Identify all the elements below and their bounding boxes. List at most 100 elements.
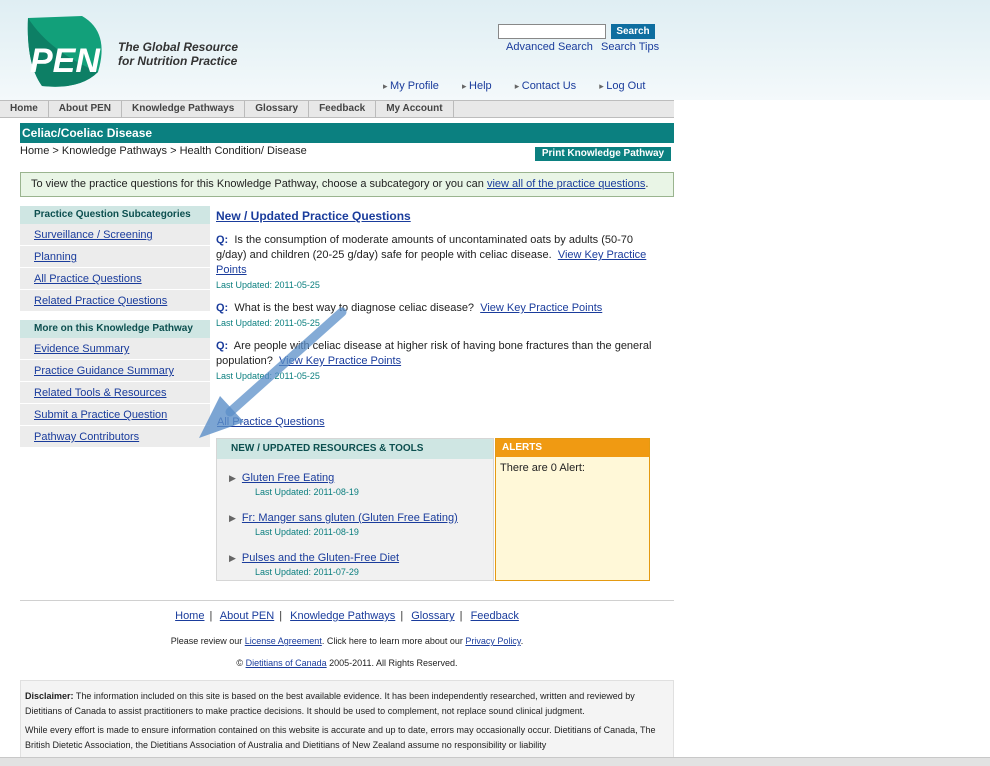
resource-item: ▶ Pulses and the Gluten-Free Diet Last Up…	[217, 551, 493, 579]
separator: |	[459, 610, 463, 622]
sidebar-item-submit-practice-question[interactable]: Submit a Practice Question	[20, 404, 210, 426]
breadcrumb: Home > Knowledge Pathways > Health Condi…	[20, 145, 307, 157]
copyright-suffix: 2005-2011. All Rights Reserved.	[326, 658, 458, 668]
nav-tab-home[interactable]: Home	[0, 101, 49, 118]
view-key-practice-points-link[interactable]: View Key Practice Points	[279, 355, 401, 367]
horizontal-scrollbar[interactable]	[0, 757, 990, 766]
nav-tab-glossary[interactable]: Glossary	[245, 101, 310, 118]
view-key-practice-points-link[interactable]: View Key Practice Points	[480, 302, 602, 314]
log-out-link[interactable]: Log Out	[599, 80, 645, 92]
footer-divider	[20, 600, 674, 601]
resources-tools-heading: NEW / UPDATED RESOURCES & TOOLS	[217, 439, 493, 459]
triangle-right-icon: ▶	[229, 513, 236, 523]
contact-us-link[interactable]: Contact Us	[515, 80, 576, 92]
nav-tab-about-pen[interactable]: About PEN	[49, 101, 123, 118]
resource-item: ▶ Fr: Manger sans gluten (Gluten Free Eat…	[217, 511, 493, 539]
question-item: Q: What is the best way to diagnose celi…	[216, 301, 666, 331]
sidebar-item-related-practice-questions[interactable]: Related Practice Questions	[20, 290, 210, 312]
footer-link-knowledge-pathways[interactable]: Knowledge Pathways	[290, 610, 395, 622]
disclaimer-text-1: The information included on this site is…	[25, 691, 635, 716]
disclaimer-text-2: While every effort is made to ensure inf…	[25, 725, 656, 750]
disclaimer-label: Disclaimer:	[25, 691, 74, 701]
triangle-right-icon: ▶	[229, 553, 236, 563]
alerts-heading: ALERTS	[496, 439, 649, 457]
sidebar-item-pathway-contributors[interactable]: Pathway Contributors	[20, 426, 210, 448]
nav-tab-my-account[interactable]: My Account	[376, 101, 454, 118]
disclaimer-box: Disclaimer: The information included on …	[20, 680, 674, 766]
tagline-line-1: The Global Resource	[118, 40, 239, 54]
help-link[interactable]: Help	[462, 80, 492, 92]
my-profile-link[interactable]: My Profile	[383, 80, 439, 92]
last-updated-date: Last Updated: 2011-05-25	[216, 280, 320, 290]
resources-tools-box: NEW / UPDATED RESOURCES & TOOLS ▶ Gluten …	[216, 438, 494, 581]
dietitians-of-canada-link[interactable]: Dietitians of Canada	[246, 658, 327, 668]
footer-link-home[interactable]: Home	[175, 610, 204, 622]
notice-banner: To view the practice questions for this …	[20, 172, 674, 197]
sidebar-item-practice-guidance-summary[interactable]: Practice Guidance Summary	[20, 360, 210, 382]
license-agreement-link[interactable]: License Agreement	[245, 636, 322, 646]
last-updated-date: Last Updated: 2011-07-29	[255, 567, 359, 577]
alerts-text: There are 0 Alert:	[500, 462, 585, 474]
footer-link-feedback[interactable]: Feedback	[471, 610, 519, 622]
last-updated-date: Last Updated: 2011-08-19	[255, 527, 359, 537]
copyright-symbol: ©	[236, 658, 244, 668]
resource-link[interactable]: Fr: Manger sans gluten (Gluten Free Eati…	[242, 512, 458, 524]
main-nav: Home About PEN Knowledge Pathways Glossa…	[0, 100, 674, 118]
license-notice: Please review our License Agreement. Cli…	[0, 636, 694, 646]
site-header: PEN The Global Resource for Nutrition Pr…	[0, 0, 990, 100]
all-practice-questions-link[interactable]: All Practice Questions	[217, 416, 325, 428]
license-prefix: Please review our	[170, 636, 245, 646]
notice-suffix: .	[645, 178, 649, 190]
advanced-search-link[interactable]: Advanced Search	[506, 41, 593, 53]
license-suffix: .	[520, 636, 524, 646]
separator: |	[279, 610, 283, 622]
footer-link-glossary[interactable]: Glossary	[411, 610, 454, 622]
page-title: Celiac/Coeliac Disease	[20, 123, 674, 143]
question-label: Q:	[216, 302, 229, 314]
sidebar-item-all-practice-questions[interactable]: All Practice Questions	[20, 268, 210, 290]
nav-tab-feedback[interactable]: Feedback	[309, 101, 377, 118]
view-all-practice-questions-link[interactable]: view all of the practice questions	[487, 178, 645, 190]
last-updated-date: Last Updated: 2011-05-25	[216, 371, 320, 381]
question-item: Q: Are people with celiac disease at hig…	[216, 339, 666, 384]
question-text: What is the best way to diagnose celiac …	[234, 302, 475, 314]
nav-tab-knowledge-pathways[interactable]: Knowledge Pathways	[122, 101, 246, 118]
tagline-line-2: for Nutrition Practice	[118, 54, 238, 68]
question-item: Q: Is the consumption of moderate amount…	[216, 233, 666, 293]
alerts-box: ALERTS There are 0 Alert:	[495, 438, 650, 581]
last-updated-date: Last Updated: 2011-08-19	[255, 487, 359, 497]
copyright: © Dietitians of Canada 2005-2011. All Ri…	[0, 658, 694, 668]
sidebar-item-evidence-summary[interactable]: Evidence Summary	[20, 338, 210, 360]
search-input[interactable]	[498, 24, 606, 39]
footer-nav: Home | About PEN | Knowledge Pathways | Glo…	[0, 610, 694, 622]
separator: |	[400, 610, 404, 622]
sidebar-item-related-tools-resources[interactable]: Related Tools & Resources	[20, 382, 210, 404]
print-knowledge-pathway-button[interactable]: Print Knowledge Pathway	[535, 147, 671, 161]
new-updated-practice-questions-link[interactable]: New / Updated Practice Questions	[216, 209, 411, 223]
sidebar-item-planning[interactable]: Planning	[20, 246, 210, 268]
logo-text: PEN	[30, 42, 101, 80]
resource-link[interactable]: Gluten Free Eating	[242, 472, 334, 484]
search-tips-link[interactable]: Search Tips	[601, 41, 659, 53]
search-button[interactable]: Search	[611, 24, 655, 39]
sidebar: Practice Question Subcategories Surveill…	[20, 206, 210, 448]
sidebar-section-more: More on this Knowledge Pathway	[20, 320, 210, 338]
last-updated-date: Last Updated: 2011-05-25	[216, 318, 320, 328]
notice-text: To view the practice questions for this …	[31, 178, 487, 190]
footer-link-about-pen[interactable]: About PEN	[220, 610, 274, 622]
user-links: My Profile Help Contact Us Log Out	[383, 80, 665, 92]
question-label: Q:	[216, 340, 229, 352]
resource-item: ▶ Gluten Free Eating Last Updated: 2011-0…	[217, 471, 493, 499]
disclaimer-paragraph-1: Disclaimer: The information included on …	[25, 689, 669, 719]
license-mid: . Click here to learn more about our	[321, 636, 466, 646]
separator: |	[209, 610, 213, 622]
question-label: Q:	[216, 234, 229, 246]
pen-logo[interactable]: PEN	[20, 12, 115, 92]
resource-link[interactable]: Pulses and the Gluten-Free Diet	[242, 552, 399, 564]
practice-questions-section: New / Updated Practice Questions Q: Is t…	[216, 209, 666, 384]
tagline: The Global Resource for Nutrition Practi…	[118, 40, 238, 68]
privacy-policy-link[interactable]: Privacy Policy	[465, 636, 520, 646]
sidebar-item-surveillance-screening[interactable]: Surveillance / Screening	[20, 224, 210, 246]
triangle-right-icon: ▶	[229, 473, 236, 483]
